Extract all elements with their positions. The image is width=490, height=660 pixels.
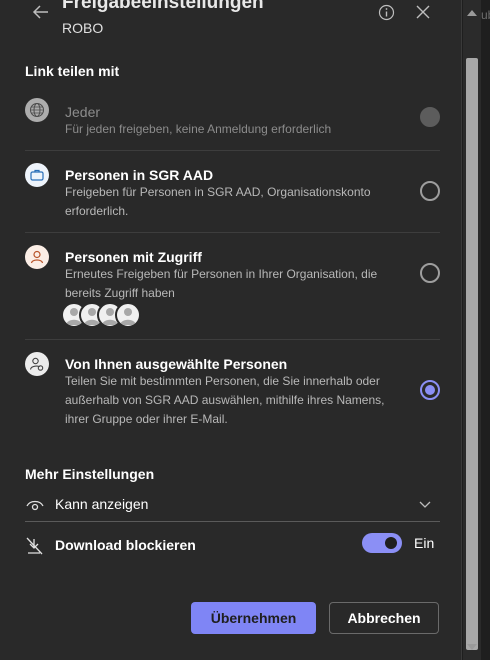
download-blocked-icon bbox=[26, 537, 43, 555]
radio-everyone bbox=[420, 107, 440, 127]
download-block-toggle[interactable] bbox=[362, 533, 402, 553]
info-icon[interactable] bbox=[378, 4, 395, 21]
option-description: Teilen Sie mit bestimmten Personen, die … bbox=[65, 374, 385, 426]
apply-button[interactable]: Übernehmen bbox=[191, 602, 316, 634]
page-title: Freigabeeinstellungen bbox=[62, 0, 264, 13]
avatar-group bbox=[61, 302, 151, 328]
scroll-up-icon[interactable] bbox=[467, 10, 477, 16]
eye-icon bbox=[26, 500, 44, 511]
avatar bbox=[115, 302, 141, 328]
scroll-thumb[interactable] bbox=[466, 58, 478, 650]
page-subtitle: ROBO bbox=[62, 20, 104, 36]
permission-value: Kann anzeigen bbox=[55, 496, 149, 512]
radio-people-with-access[interactable] bbox=[420, 263, 440, 283]
vertical-scrollbar[interactable] bbox=[463, 0, 481, 660]
toggle-state-label: Ein bbox=[414, 535, 435, 551]
link-section-title: Link teilen mit bbox=[25, 63, 120, 79]
radio-org-people[interactable] bbox=[420, 181, 440, 201]
download-label: Download blockieren bbox=[55, 537, 196, 553]
back-arrow-icon[interactable] bbox=[32, 4, 50, 20]
chevron-down-icon bbox=[419, 501, 431, 508]
option-description: Für jeden freigeben, keine Anmeldung erf… bbox=[65, 122, 332, 136]
cancel-button[interactable]: Abbrechen bbox=[329, 602, 439, 634]
globe-icon bbox=[25, 98, 49, 122]
toggle-knob bbox=[385, 537, 397, 549]
option-specific-people[interactable]: Von Ihnen ausgewählte Personen Teilen Si… bbox=[25, 339, 440, 439]
download-block-row: Download blockieren Ein bbox=[25, 529, 440, 563]
radio-specific-people[interactable] bbox=[420, 380, 440, 400]
people-settings-icon bbox=[25, 352, 49, 376]
option-title: Personen mit Zugriff bbox=[65, 249, 202, 265]
option-title: Personen in SGR AAD bbox=[65, 167, 214, 183]
option-org-people[interactable]: Personen in SGR AAD Freigeben für Person… bbox=[25, 150, 440, 232]
briefcase-icon bbox=[25, 163, 49, 187]
option-title: Jeder bbox=[65, 104, 101, 120]
option-description: Erneutes Freigeben für Personen in Ihrer… bbox=[65, 267, 378, 300]
option-everyone: Jeder Für jeden freigeben, keine Anmeldu… bbox=[25, 88, 440, 150]
scroll-down-icon[interactable] bbox=[467, 644, 477, 650]
sharing-settings-panel: Freigabeeinstellungen ROBO Link teilen m… bbox=[0, 0, 462, 660]
option-description: Freigeben für Personen in SGR AAD, Organ… bbox=[65, 185, 371, 218]
panel-header: Freigabeeinstellungen ROBO bbox=[0, 0, 461, 50]
person-icon bbox=[25, 245, 49, 269]
permission-dropdown[interactable]: Kann anzeigen bbox=[25, 488, 440, 522]
more-settings-title: Mehr Einstellungen bbox=[25, 466, 155, 482]
close-icon[interactable] bbox=[416, 5, 430, 19]
option-title: Von Ihnen ausgewählte Personen bbox=[65, 356, 288, 372]
background-text: ub bbox=[481, 8, 490, 22]
